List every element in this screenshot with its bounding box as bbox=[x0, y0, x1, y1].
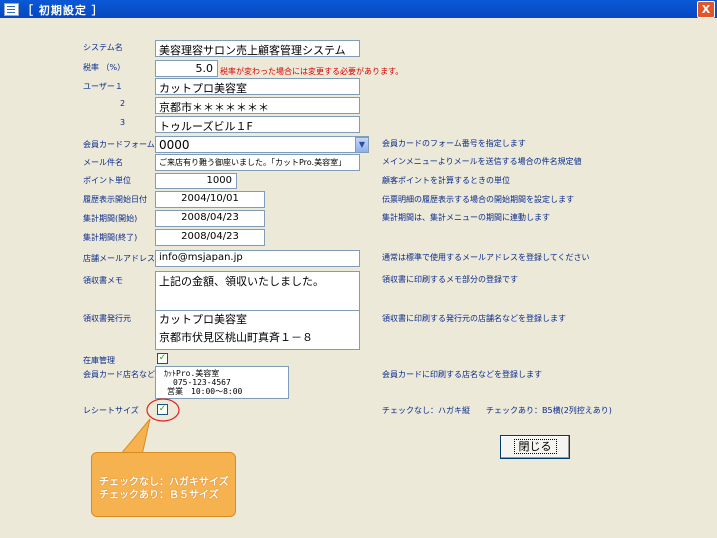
close-button-label: 閉じる bbox=[513, 439, 557, 454]
callout-pointer bbox=[118, 418, 151, 456]
callout-note: チェックなし：ハガキサイズ チェックあり：Ｂ５サイズ bbox=[91, 452, 236, 517]
close-button[interactable]: 閉じる bbox=[500, 435, 570, 459]
callout-line2: チェックあり：Ｂ５サイズ bbox=[99, 490, 219, 501]
highlight-ring bbox=[146, 398, 180, 422]
